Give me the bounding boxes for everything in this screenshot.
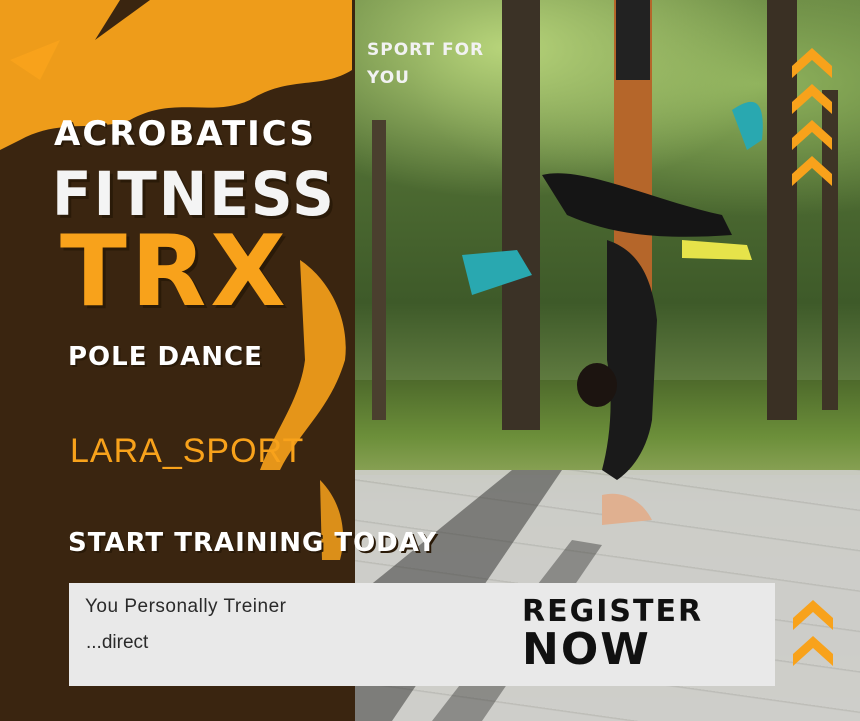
brand-name: LARA_SPORT [70, 432, 305, 470]
discipline-trx: TRX [60, 215, 290, 329]
now-label[interactable]: NOW [522, 624, 651, 675]
poster: SPORT FOR YOU ACROBATICS FITNESS TRX POL… [0, 0, 860, 721]
chevron-up-icon [792, 48, 832, 186]
discipline-pole-dance: POLE DANCE [68, 342, 263, 372]
direct-line: ...direct [86, 632, 149, 653]
tagline: SPORT FOR YOU [367, 40, 485, 88]
chevron-up-icon [793, 600, 833, 666]
trainer-line: You Personally Treiner [85, 596, 287, 617]
pole-top [616, 0, 650, 80]
cta-headline: START TRAINING TODAY [68, 528, 438, 558]
discipline-acrobatics: ACROBATICS [54, 114, 316, 154]
